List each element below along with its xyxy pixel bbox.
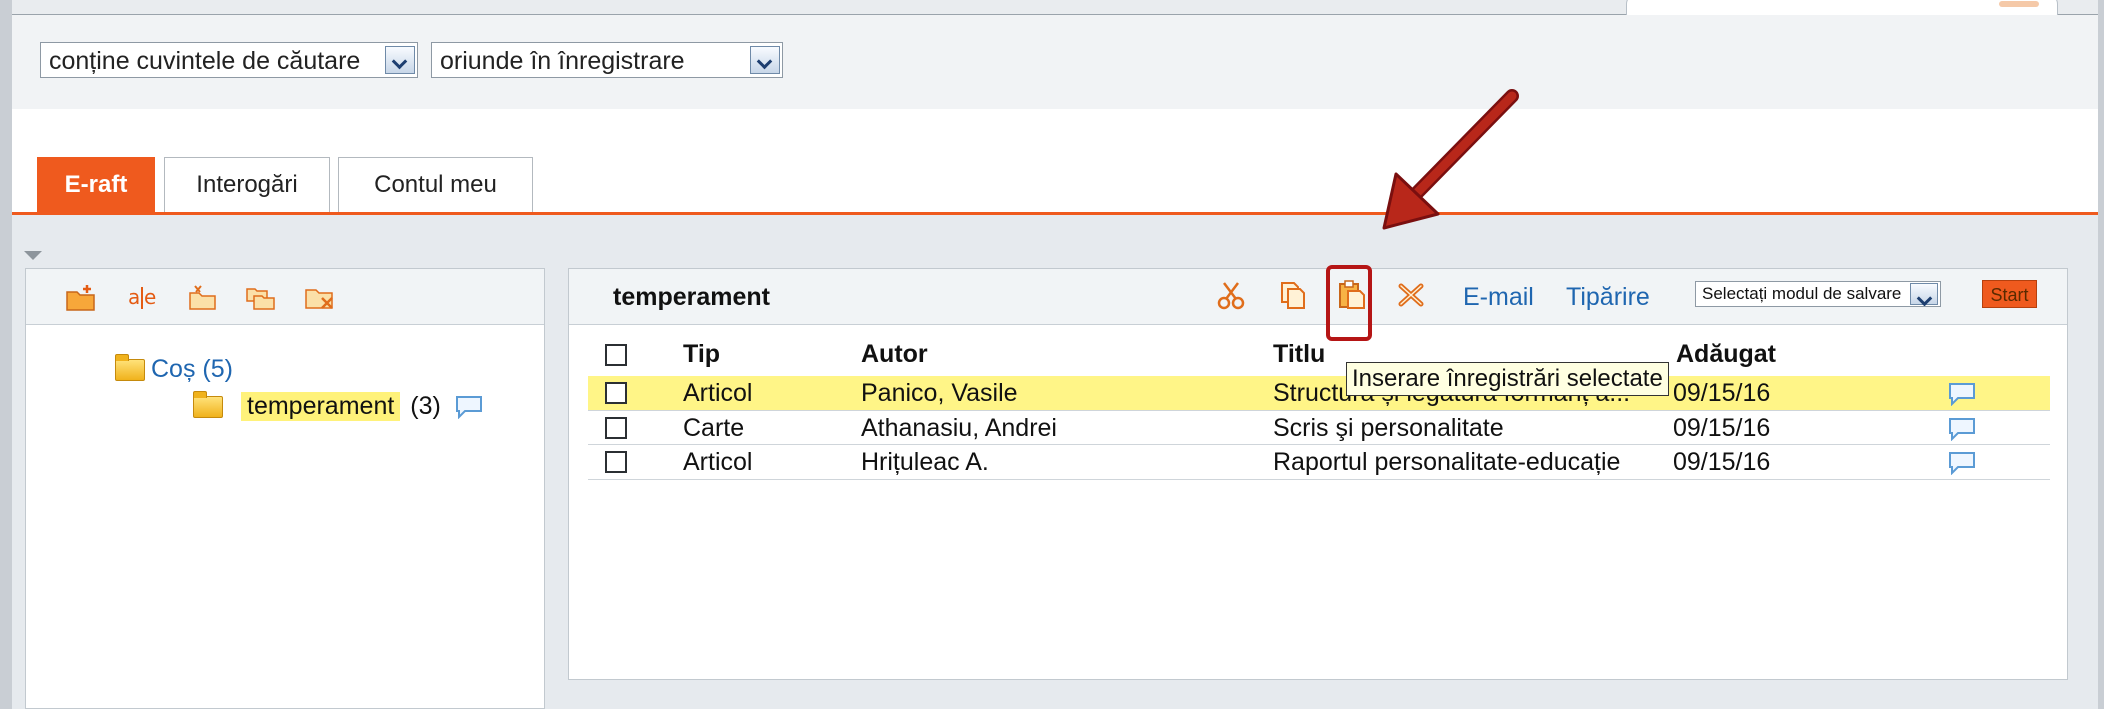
search-scope-select[interactable]: oriunde în înregistrare	[431, 42, 783, 78]
svg-text:a: a	[128, 285, 140, 309]
tree-child-temperament[interactable]: temperament (3)	[193, 390, 483, 421]
tab-contul-meu[interactable]: Contul meu	[338, 157, 533, 212]
tree-root-cos[interactable]: Coș (5)	[115, 353, 233, 384]
chevron-down-icon[interactable]	[385, 46, 415, 74]
copy-icon[interactable]	[1276, 280, 1310, 310]
annotation-highlight-box	[1326, 265, 1372, 341]
comment-icon[interactable]	[1948, 417, 1976, 442]
cell-autor: Panico, Vasile	[861, 379, 1018, 407]
col-header-autor[interactable]: Autor	[861, 340, 928, 369]
search-condition-value: conține cuvintele de căutare	[49, 47, 361, 75]
print-link[interactable]: Tipărire	[1566, 283, 1650, 312]
delete-folder-icon[interactable]	[304, 283, 338, 313]
cut-folder-icon[interactable]	[186, 283, 220, 313]
col-header-adaugat[interactable]: Adăugat	[1676, 340, 1776, 369]
cell-tip: Articol	[683, 379, 753, 407]
cell-adaugat: 09/15/16	[1673, 414, 1771, 442]
app-frame: conține cuvintele de căutare oriunde în …	[0, 0, 2104, 709]
row-checkbox[interactable]	[605, 451, 627, 473]
chevron-down-icon[interactable]	[1910, 283, 1938, 305]
table-row[interactable]: Articol Hrițuleac A. Raportul personalit…	[588, 445, 2050, 479]
row-checkbox[interactable]	[605, 382, 627, 404]
tab-interogari[interactable]: Interogări	[164, 157, 330, 212]
cell-autor: Hrițuleac A.	[861, 448, 989, 476]
save-mode-value: Selectați modul de salvare	[1702, 284, 1902, 303]
tree-child-count: (3)	[410, 392, 441, 420]
tree-child-label: temperament	[241, 392, 401, 421]
svg-text:e: e	[144, 285, 156, 309]
cell-adaugat: 09/15/16	[1673, 379, 1771, 407]
folders-panel: ae Coș (5) temperament (3)	[25, 268, 545, 709]
new-folder-icon[interactable]	[64, 283, 98, 313]
folder-icon	[115, 353, 145, 381]
cell-autor: Athanasiu, Andrei	[861, 414, 1057, 442]
search-condition-select[interactable]: conține cuvintele de căutare	[40, 42, 418, 78]
col-header-tip[interactable]: Tip	[683, 340, 720, 369]
row-divider	[588, 479, 2050, 480]
cell-tip: Carte	[683, 414, 745, 442]
scissors-icon[interactable]	[1214, 280, 1248, 310]
tree-root-label: Coș (5)	[151, 355, 233, 383]
cell-tip: Articol	[683, 448, 753, 476]
delete-records-icon[interactable]	[1394, 280, 1428, 310]
rename-folder-icon[interactable]: ae	[126, 283, 160, 313]
top-bar	[12, 0, 2098, 24]
cell-adaugat: 09/15/16	[1673, 448, 1771, 476]
search-scope-value: oriunde în înregistrare	[440, 47, 685, 75]
tab-e-raft[interactable]: E-raft	[37, 157, 155, 212]
folder-open-icon	[193, 390, 223, 418]
comment-icon[interactable]	[1948, 382, 1976, 407]
start-button[interactable]: Start	[1982, 280, 2037, 308]
table-row[interactable]: Carte Athanasiu, Andrei Scris şi persona…	[588, 411, 2050, 445]
comment-icon[interactable]	[455, 395, 483, 419]
collapse-triangle-icon[interactable]	[24, 251, 42, 260]
cell-titlu[interactable]: Raportul personalitate-educație	[1273, 445, 1653, 479]
chevron-down-icon[interactable]	[750, 46, 780, 74]
tooltip: Inserare înregistrări selectate	[1346, 362, 1669, 396]
row-checkbox[interactable]	[605, 417, 627, 439]
email-link[interactable]: E-mail	[1463, 283, 1534, 312]
annotation-arrow-icon	[1382, 89, 1519, 230]
col-header-titlu[interactable]: Titlu	[1273, 340, 1325, 369]
table-row[interactable]: Articol Panico, Vasile Structura și legă…	[588, 376, 2050, 410]
comment-icon[interactable]	[1948, 451, 1976, 476]
save-mode-select[interactable]: Selectați modul de salvare	[1695, 281, 1941, 307]
results-folder-title: temperament	[613, 283, 770, 311]
select-all-checkbox[interactable]	[605, 344, 627, 366]
cell-titlu[interactable]: Scris şi personalitate	[1273, 411, 1653, 445]
copy-folder-icon[interactable]	[244, 283, 278, 313]
window-right-edge	[2098, 0, 2104, 709]
folders-toolbar: ae	[26, 269, 544, 325]
